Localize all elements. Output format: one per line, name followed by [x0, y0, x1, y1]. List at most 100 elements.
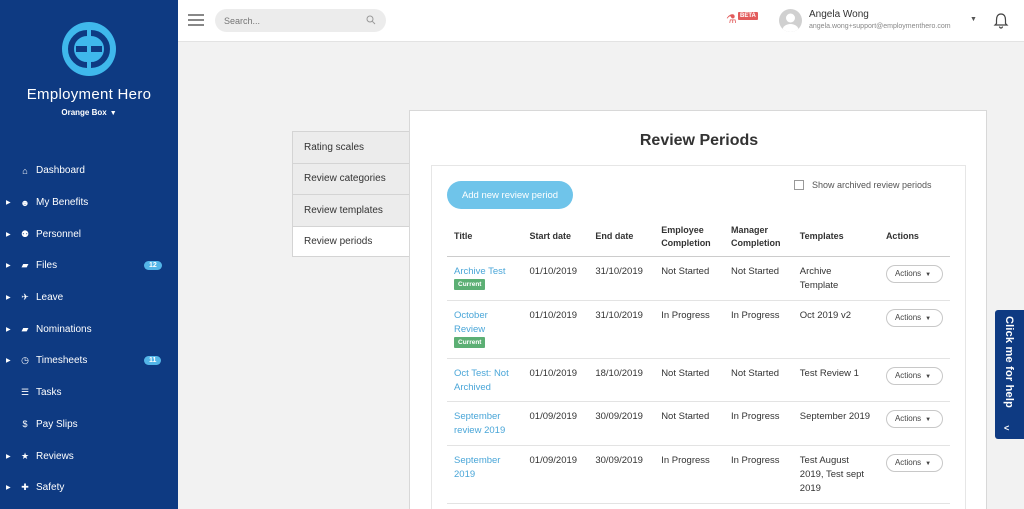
- expand-arrow-icon[interactable]: ▶: [6, 326, 11, 333]
- table-row: September 2019 01/09/2019 30/09/2019 In Pro…: [447, 445, 950, 504]
- org-switcher[interactable]: Orange Box ▼: [0, 108, 178, 117]
- sidebar-item-label: Tasks: [36, 387, 62, 399]
- actions-dropdown-button[interactable]: Actions ▼: [885, 308, 943, 327]
- beta-badge: BETA: [738, 12, 758, 20]
- tab-review-categories[interactable]: Review categories: [292, 162, 410, 194]
- review-period-link[interactable]: Oct Test: Not Archived: [454, 368, 509, 393]
- caret-down-icon: ▼: [109, 110, 117, 117]
- review-periods-card: Review Periods Add new review period Sho…: [409, 110, 987, 509]
- actions-label: Actions: [894, 413, 922, 423]
- sidebar-item-personnel[interactable]: ▶ ⚉ Personnel: [0, 218, 178, 250]
- user-menu-caret-icon[interactable]: ▼: [970, 16, 977, 23]
- title-cell: October Review Current: [447, 300, 523, 359]
- sidebar-item-label: Personnel: [36, 228, 82, 240]
- expand-arrow-icon[interactable]: ▶: [6, 294, 11, 301]
- expand-arrow-icon[interactable]: ▶: [6, 453, 11, 460]
- dollar-icon: $: [22, 419, 28, 430]
- brand-name: Employment Hero: [26, 86, 152, 103]
- table-row: Oct Test: Not Archived 01/10/2019 18/10/20…: [447, 358, 950, 402]
- smile-icon: ☻: [20, 197, 30, 208]
- sidebar: Employment Hero Orange Box ▼ ⌂ Dashboard ▶ ☻…: [0, 0, 178, 509]
- sidebar-item-leave[interactable]: ▶ ✈ Leave: [0, 282, 178, 314]
- caret-down-icon: ▼: [925, 315, 932, 322]
- employee-completion-cell: Not Started: [654, 256, 724, 301]
- count-badge: 12: [144, 261, 162, 271]
- review-period-link[interactable]: September 2019: [454, 455, 500, 480]
- employee-completion-cell: In Progress: [654, 445, 724, 504]
- sidebar-item-label: Pay Slips: [36, 418, 78, 430]
- sidebar-item-files[interactable]: ▶ ▰ Files 12: [0, 250, 178, 282]
- caret-down-icon: ▼: [925, 373, 932, 380]
- actions-cell: Actions ▼: [878, 445, 950, 504]
- start-date-cell: 01/10/2019: [522, 358, 589, 402]
- caret-down-icon: ▼: [925, 460, 932, 467]
- user-name[interactable]: Angela Wong: [809, 9, 869, 20]
- sidebar-item-label: Reviews: [36, 450, 74, 462]
- sidebar-item-tasks[interactable]: ☰ Tasks: [0, 377, 178, 409]
- review-period-link[interactable]: October Review: [454, 310, 488, 335]
- column-header: Templates: [792, 218, 879, 257]
- sidebar-item-safety[interactable]: ▶ ✚ Safety: [0, 472, 178, 504]
- templates-cell: Oct 2019 v2: [792, 300, 879, 359]
- manager-completion-cell: Not Started: [723, 256, 793, 301]
- table-row: Archive Test Current 01/10/2019 31/10/2019…: [447, 256, 950, 301]
- table-header-row: Title Start date End date Employee Completi…: [447, 218, 950, 257]
- sidebar-item-label: Timesheets: [36, 355, 88, 367]
- actions-label: Actions: [894, 312, 922, 322]
- sidebar-item-reviews[interactable]: ▶ ★ Reviews: [0, 440, 178, 472]
- chevron-left-icon: <: [1004, 423, 1010, 433]
- actions-dropdown-button[interactable]: Actions ▼: [885, 453, 943, 472]
- tab-review-templates[interactable]: Review templates: [292, 194, 410, 226]
- actions-dropdown-button[interactable]: Actions ▼: [885, 366, 943, 385]
- actions-dropdown-button[interactable]: Actions ▼: [885, 264, 943, 283]
- people-icon: ⚉: [20, 228, 30, 239]
- search-input[interactable]: [215, 9, 386, 32]
- templates-cell: Test August 2019, Test sept 2019: [792, 445, 879, 504]
- flask-icon: ⚗: [726, 12, 737, 26]
- expand-arrow-icon[interactable]: ▶: [6, 262, 11, 269]
- actions-dropdown-button[interactable]: Actions ▼: [885, 409, 943, 428]
- expand-arrow-icon[interactable]: ▶: [6, 484, 11, 491]
- current-badge: Current: [454, 279, 486, 291]
- folder-icon: ▰: [21, 260, 29, 271]
- column-header: Manager Completion: [723, 218, 793, 257]
- employment-hero-logo-icon[interactable]: [60, 20, 118, 78]
- column-header: End date: [588, 218, 655, 257]
- review-period-link[interactable]: September review 2019: [454, 411, 505, 436]
- expand-arrow-icon[interactable]: ▶: [6, 199, 11, 206]
- templates-cell: Test Review 1: [792, 358, 879, 402]
- actions-cell: Actions ▼: [878, 300, 950, 359]
- caret-down-icon: ▼: [925, 416, 932, 423]
- search-icon: [366, 15, 376, 25]
- show-archived-toggle[interactable]: Show archived review periods: [794, 180, 932, 190]
- manager-completion-cell: In Progress: [723, 300, 793, 359]
- beta-feature-button[interactable]: ⚗ BETA: [726, 11, 760, 29]
- sidebar-nav: ⌂ Dashboard ▶ ☻ My Benefits ▶ ⚉ Personnel ▶ ▰ File…: [0, 155, 178, 504]
- clock-icon: ◷: [21, 355, 29, 366]
- avatar[interactable]: [779, 9, 802, 32]
- sidebar-item-dashboard[interactable]: ⌂ Dashboard: [0, 155, 178, 187]
- sidebar-item-timesheets[interactable]: ▶ ◷ Timesheets 11: [0, 345, 178, 377]
- sidebar-item-pay-slips[interactable]: $ Pay Slips: [0, 409, 178, 441]
- bell-icon[interactable]: [993, 12, 1009, 29]
- manager-completion-cell: Not Started: [723, 358, 793, 402]
- user-email: angela.wong+support@employmenthero.com: [809, 23, 951, 30]
- add-review-period-button[interactable]: Add new review period: [447, 181, 573, 209]
- sidebar-item-label: Leave: [36, 292, 64, 304]
- end-date-cell: 31/10/2019: [588, 300, 655, 359]
- tab-rating-scales[interactable]: Rating scales: [292, 131, 410, 163]
- expand-arrow-icon[interactable]: ▶: [6, 357, 11, 364]
- employee-completion-cell: In Progress: [654, 300, 724, 359]
- sidebar-item-my-benefits[interactable]: ▶ ☻ My Benefits: [0, 187, 178, 219]
- column-header: Start date: [522, 218, 589, 257]
- review-period-link[interactable]: Archive Test: [454, 266, 506, 277]
- hamburger-menu-icon[interactable]: [188, 14, 204, 26]
- tab-review-periods[interactable]: Review periods: [292, 225, 410, 257]
- sidebar-item-nominations[interactable]: ▶ ▰ Nominations: [0, 313, 178, 345]
- templates-cell: Archive Template: [792, 256, 879, 301]
- expand-arrow-icon[interactable]: ▶: [6, 231, 11, 238]
- table-row: September review 2019 01/09/2019 30/09/201…: [447, 401, 950, 446]
- show-archived-checkbox[interactable]: [794, 180, 804, 190]
- help-tab[interactable]: Click me for help <: [995, 310, 1024, 439]
- title-cell: September review 2019: [447, 401, 523, 446]
